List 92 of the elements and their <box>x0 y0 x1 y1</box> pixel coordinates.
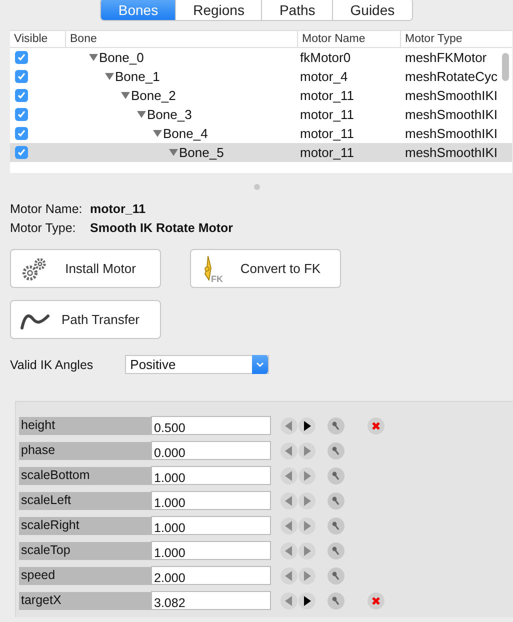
previous-key-icon[interactable] <box>280 566 298 584</box>
field-label: Valid IK Angles <box>10 358 94 372</box>
check-icon <box>17 72 26 81</box>
property-name: phase <box>19 442 151 460</box>
disclosure-triangle-icon[interactable] <box>121 92 130 99</box>
property-name: targetX <box>19 592 151 610</box>
check-icon <box>17 129 26 138</box>
motor-name: motor_4 <box>300 69 348 84</box>
key-icon[interactable] <box>327 492 345 510</box>
bone-name: Bone_2 <box>131 88 176 103</box>
motor-name: motor_11 <box>300 88 354 103</box>
property-name: scaleLeft <box>19 492 151 510</box>
toolbar-button[interactable]: FK Convert to FK <box>190 249 341 288</box>
motor-name: fkMotor0 <box>300 50 351 65</box>
scrollbar[interactable] <box>502 53 509 81</box>
toolbar-button[interactable]: Path Transfer <box>10 300 161 339</box>
check-icon <box>17 53 26 62</box>
bone-name: Bone_1 <box>115 69 160 84</box>
motor-name: motor_11 <box>300 145 354 160</box>
bone-name: Bone_0 <box>99 50 144 65</box>
previous-key-icon[interactable] <box>280 492 298 510</box>
column-header[interactable]: Motor Name <box>297 31 400 47</box>
value-field[interactable]: 1.000 <box>151 491 271 510</box>
split-handle[interactable] <box>254 184 260 190</box>
table-row[interactable]: Bone_4 motor_11 meshSmoothIKI <box>10 124 512 143</box>
bone-name: Bone_3 <box>147 107 192 122</box>
column-header[interactable]: Visible <box>10 31 65 47</box>
disclosure-triangle-icon[interactable] <box>169 149 178 156</box>
checkbox[interactable] <box>15 108 28 121</box>
table-row[interactable]: Bone_0 fkMotor0 meshFKMotor <box>10 48 512 67</box>
table-row[interactable]: Bone_2 motor_11 meshSmoothIKI <box>10 86 512 105</box>
check-icon <box>17 110 26 119</box>
checkbox[interactable] <box>15 127 28 140</box>
value-field[interactable]: 1.000 <box>151 516 271 535</box>
chevron-icon <box>256 362 264 367</box>
key-icon[interactable] <box>327 592 345 610</box>
check-icon <box>17 148 26 157</box>
field-label: Motor Type: <box>10 221 77 235</box>
previous-key-icon[interactable] <box>280 542 298 560</box>
value-field[interactable]: 1.000 <box>151 466 271 485</box>
next-key-icon[interactable] <box>298 416 316 434</box>
property-name: scaleTop <box>19 542 151 560</box>
key-icon[interactable] <box>327 416 345 434</box>
property-name: scaleBottom <box>19 466 151 484</box>
motor-type: meshRotateCyc <box>405 69 498 84</box>
value-field[interactable]: 1.000 <box>151 541 271 560</box>
column-header[interactable]: Bone <box>65 31 297 47</box>
previous-key-icon[interactable] <box>280 466 298 484</box>
checkbox[interactable] <box>15 51 28 64</box>
key-icon[interactable] <box>327 516 345 534</box>
value-field[interactable]: 2.000 <box>151 566 271 585</box>
table-row[interactable]: Bone_5 motor_11 meshSmoothIKI <box>10 143 512 162</box>
value-field[interactable]: 0.000 <box>151 441 271 460</box>
table-row[interactable]: Bone_3 motor_11 meshSmoothIKI <box>10 105 512 124</box>
column-header[interactable]: Motor Type <box>400 31 512 47</box>
dropdown[interactable]: Positive <box>125 355 270 374</box>
delete-icon[interactable] <box>367 416 385 434</box>
motor-type: meshFKMotor <box>405 50 487 65</box>
table-row[interactable]: Bone_1 motor_4 meshRotateCyc <box>10 67 512 86</box>
previous-key-icon[interactable] <box>280 442 298 460</box>
motor-type: meshSmoothIKI <box>405 126 498 141</box>
value-field[interactable]: 3.082 <box>151 591 271 610</box>
disclosure-triangle-icon[interactable] <box>89 54 98 61</box>
disclosure-triangle-icon[interactable] <box>105 73 114 80</box>
property-name: scaleRight <box>19 516 151 534</box>
bone-name: Bone_5 <box>179 145 224 160</box>
motor-type: meshSmoothIKI <box>405 107 498 122</box>
checkbox[interactable] <box>15 146 28 159</box>
key-icon[interactable] <box>327 542 345 560</box>
toolbar-button[interactable]: Install Motor <box>10 249 161 288</box>
key-icon[interactable] <box>327 466 345 484</box>
motor-type: meshSmoothIKI <box>405 145 498 160</box>
property-name: speed <box>19 566 151 584</box>
motor-name: motor_11 <box>300 126 354 141</box>
key-icon[interactable] <box>327 442 345 460</box>
motor-type: meshSmoothIKI <box>405 88 498 103</box>
motor-name: motor_11 <box>300 107 354 122</box>
property-name: height <box>19 416 151 434</box>
check-icon <box>17 91 26 100</box>
bone-name: Bone_4 <box>163 126 208 141</box>
checkbox[interactable] <box>15 89 28 102</box>
value-field[interactable]: 0.500 <box>151 416 271 435</box>
next-key-icon[interactable] <box>298 592 316 610</box>
key-icon[interactable] <box>327 566 345 584</box>
field-value: motor_11 <box>90 202 146 216</box>
previous-key-icon[interactable] <box>280 516 298 534</box>
checkbox[interactable] <box>15 70 28 83</box>
delete-icon[interactable] <box>367 592 385 610</box>
disclosure-triangle-icon[interactable] <box>153 130 162 137</box>
field-value: Smooth IK Rotate Motor <box>90 221 234 235</box>
field-label: Motor Name: <box>10 202 84 216</box>
disclosure-triangle-icon[interactable] <box>137 111 146 118</box>
